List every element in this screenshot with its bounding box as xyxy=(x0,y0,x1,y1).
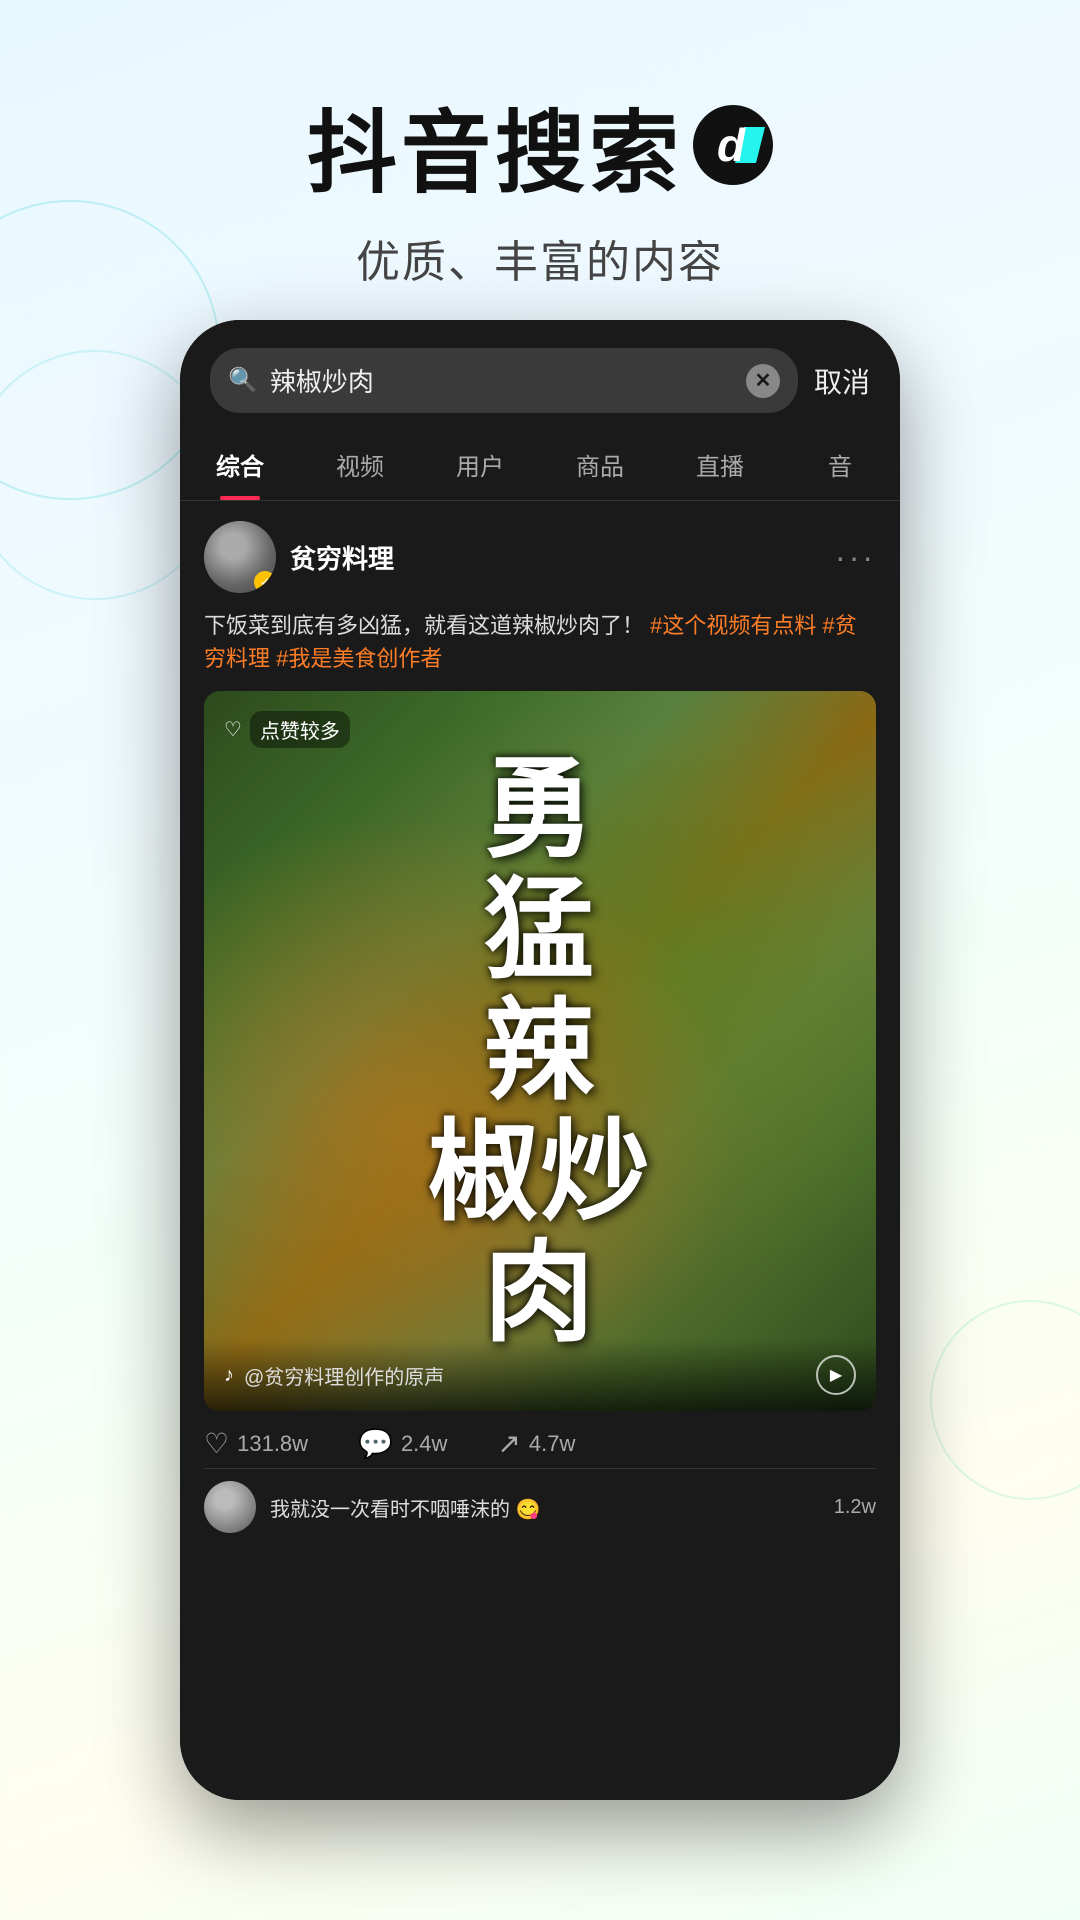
commenter-avatar xyxy=(204,1481,256,1533)
phone-mockup: 🔍 辣椒炒肉 ✕ 取消 综合 视频 用户 商品 直播 音 ✓ xyxy=(180,320,900,1800)
tab-audio[interactable]: 音 xyxy=(780,429,900,500)
share-icon: ↗ xyxy=(497,1427,520,1460)
search-bar-area: 🔍 辣椒炒肉 ✕ 取消 xyxy=(180,320,900,429)
cancel-button[interactable]: 取消 xyxy=(814,361,870,401)
interaction-bar: ♡ 131.8w 💬 2.4w ↗ 4.7w xyxy=(204,1411,876,1468)
tiktok-small-icon: ♪ xyxy=(224,1364,234,1387)
video-title-overlay: 勇 猛 辣 椒炒 肉 xyxy=(204,691,876,1411)
tab-live[interactable]: 直播 xyxy=(660,429,780,500)
search-input[interactable]: 🔍 辣椒炒肉 ✕ xyxy=(210,348,798,413)
phone-inner: 🔍 辣椒炒肉 ✕ 取消 综合 视频 用户 商品 直播 音 ✓ xyxy=(180,320,900,1800)
subtitle-text: 优质、丰富的内容 xyxy=(0,226,1080,290)
tiktok-logo-icon xyxy=(693,105,773,185)
tab-product[interactable]: 商品 xyxy=(540,429,660,500)
comment-text: 我就没一次看时不咽唾沫的 😋 xyxy=(270,1493,540,1522)
content-area: ✓ 贫穷料理 ··· 下饭菜到底有多凶猛，就看这道辣椒炒肉了！ #这个视频有点料… xyxy=(180,501,900,1800)
like-interaction[interactable]: ♡ 131.8w xyxy=(204,1427,308,1460)
avatar: ✓ xyxy=(204,521,276,593)
hashtag1[interactable]: #这个视频有点料 xyxy=(650,613,816,638)
user-row: ✓ 贫穷料理 ··· xyxy=(204,521,876,593)
search-icon: 🔍 xyxy=(228,366,258,395)
like-icon: ♡ xyxy=(204,1427,229,1460)
tabs-area: 综合 视频 用户 商品 直播 音 xyxy=(180,429,900,501)
play-button[interactable]: ▶ xyxy=(816,1355,856,1395)
user-info: ✓ 贫穷料理 xyxy=(204,521,394,593)
video-bottom-bar: ♪ @贫穷料理创作的原声 ▶ xyxy=(204,1339,876,1411)
comment-icon: 💬 xyxy=(358,1427,393,1460)
search-query-text: 辣椒炒肉 xyxy=(270,362,734,399)
comment-like-count: 1.2w xyxy=(834,1496,876,1519)
video-title-line5: 肉 xyxy=(484,1233,596,1354)
verified-badge: ✓ xyxy=(254,571,276,593)
comment-row: 我就没一次看时不咽唾沫的 😋 1.2w xyxy=(204,1468,876,1545)
main-title: 抖音搜索 xyxy=(0,80,1080,210)
hashtag3[interactable]: #我是美食创作者 xyxy=(276,646,442,671)
comment-interaction[interactable]: 💬 2.4w xyxy=(358,1427,447,1460)
more-options-button[interactable]: ··· xyxy=(835,539,876,576)
video-thumbnail[interactable]: ♡ 点赞较多 勇 猛 辣 椒炒 肉 xyxy=(204,691,876,1411)
clear-search-button[interactable]: ✕ xyxy=(746,364,780,398)
video-title-line1: 勇 xyxy=(484,749,596,870)
username-label: 贫穷料理 xyxy=(290,539,394,576)
title-text: 抖音搜索 xyxy=(307,80,683,210)
video-title-line2: 猛 xyxy=(484,870,596,991)
tab-video[interactable]: 视频 xyxy=(300,429,420,500)
video-bg: ♡ 点赞较多 勇 猛 辣 椒炒 肉 xyxy=(204,691,876,1411)
comment-count: 2.4w xyxy=(401,1431,447,1457)
like-count: 131.8w xyxy=(237,1431,308,1457)
share-count: 4.7w xyxy=(529,1431,575,1457)
tab-user[interactable]: 用户 xyxy=(420,429,540,500)
tab-comprehensive[interactable]: 综合 xyxy=(180,429,300,500)
video-title-line4: 椒炒 xyxy=(428,1112,652,1233)
post-text: 下饭菜到底有多凶猛，就看这道辣椒炒肉了！ #这个视频有点料 #贫穷料理 #我是美… xyxy=(204,609,876,675)
video-title-line3: 辣 xyxy=(484,991,596,1112)
audio-text: @贫穷料理创作的原声 xyxy=(244,1361,806,1390)
share-interaction[interactable]: ↗ 4.7w xyxy=(497,1427,575,1460)
header-area: 抖音搜索 优质、丰富的内容 xyxy=(0,0,1080,330)
